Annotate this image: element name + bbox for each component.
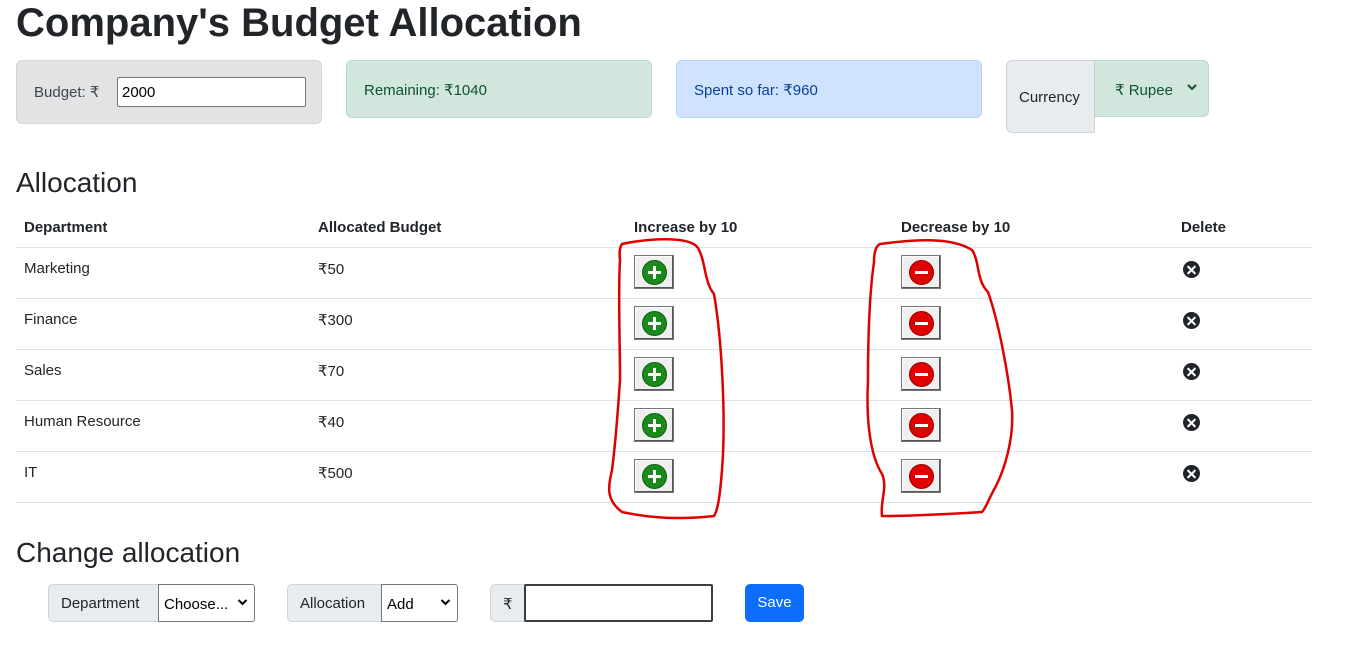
increase-button[interactable] — [634, 408, 674, 442]
department-cell: Sales — [24, 362, 62, 379]
minus-circle-icon — [909, 362, 934, 387]
department-selected: Choose... — [164, 596, 229, 613]
x-circle-icon[interactable] — [1183, 363, 1200, 380]
column-header-allocated-budget: Allocated Budget — [318, 219, 442, 236]
column-header-decrease: Decrease by 10 — [901, 219, 1011, 236]
table-divider — [16, 247, 1312, 248]
budget-cell: ₹500 — [318, 465, 353, 482]
budget-panel: Budget: ₹ — [16, 60, 322, 124]
chevron-down-icon — [440, 599, 451, 606]
spent-text: Spent so far: ₹960 — [694, 82, 818, 99]
plus-circle-icon — [642, 413, 667, 438]
row-divider — [16, 400, 1312, 401]
chevron-down-icon — [237, 599, 248, 606]
increase-button[interactable] — [634, 255, 674, 289]
decrease-button[interactable] — [901, 306, 941, 340]
change-allocation-heading: Change allocation — [16, 537, 241, 568]
increase-button[interactable] — [634, 459, 674, 493]
department-cell: IT — [24, 464, 38, 481]
page-title: Company's Budget Allocation — [16, 1, 582, 45]
allocation-label: Allocation — [287, 584, 382, 622]
budget-cell: ₹300 — [318, 312, 353, 329]
decrease-button[interactable] — [901, 408, 941, 442]
currency-label: Currency — [1006, 60, 1095, 133]
budget-label: Budget: ₹ — [34, 84, 100, 101]
column-header-department: Department — [24, 219, 108, 236]
allocation-selected: Add — [387, 596, 414, 613]
currency-selected: ₹ Rupee — [1115, 82, 1173, 99]
chevron-down-icon — [1187, 84, 1197, 91]
department-label: Department — [48, 584, 159, 622]
plus-circle-icon — [642, 464, 667, 489]
plus-circle-icon — [642, 260, 667, 285]
currency-symbol-label: ₹ — [490, 584, 525, 622]
allocation-heading: Allocation — [16, 167, 138, 198]
row-divider — [16, 451, 1312, 452]
spent-panel: Spent so far: ₹960 — [676, 60, 982, 118]
increase-button[interactable] — [634, 306, 674, 340]
department-cell: Marketing — [24, 260, 90, 277]
x-circle-icon[interactable] — [1183, 465, 1200, 482]
row-divider — [16, 298, 1312, 299]
minus-circle-icon — [909, 260, 934, 285]
plus-circle-icon — [642, 311, 667, 336]
row-divider — [16, 502, 1312, 503]
row-divider — [16, 349, 1312, 350]
allocation-select[interactable]: Add — [381, 584, 458, 622]
amount-input[interactable] — [524, 584, 713, 622]
column-header-increase: Increase by 10 — [634, 219, 738, 236]
decrease-button[interactable] — [901, 255, 941, 289]
budget-cell: ₹70 — [318, 363, 345, 380]
decrease-button[interactable] — [901, 459, 941, 493]
department-select[interactable]: Choose... — [158, 584, 255, 622]
minus-circle-icon — [909, 464, 934, 489]
department-cell: Finance — [24, 311, 78, 328]
x-circle-icon[interactable] — [1183, 261, 1200, 278]
decrease-button[interactable] — [901, 357, 941, 391]
minus-circle-icon — [909, 413, 934, 438]
column-header-delete: Delete — [1181, 219, 1227, 236]
x-circle-icon[interactable] — [1183, 414, 1200, 431]
remaining-text: Remaining: ₹1040 — [364, 82, 487, 99]
budget-input[interactable] — [117, 77, 306, 107]
minus-circle-icon — [909, 311, 934, 336]
save-button[interactable]: Save — [745, 584, 804, 622]
increase-button[interactable] — [634, 357, 674, 391]
plus-circle-icon — [642, 362, 667, 387]
remaining-panel: Remaining: ₹1040 — [346, 60, 652, 118]
budget-cell: ₹40 — [318, 414, 345, 431]
department-cell: Human Resource — [24, 413, 141, 430]
x-circle-icon[interactable] — [1183, 312, 1200, 329]
currency-select[interactable]: ₹ Rupee — [1094, 60, 1209, 117]
budget-cell: ₹50 — [318, 261, 345, 278]
